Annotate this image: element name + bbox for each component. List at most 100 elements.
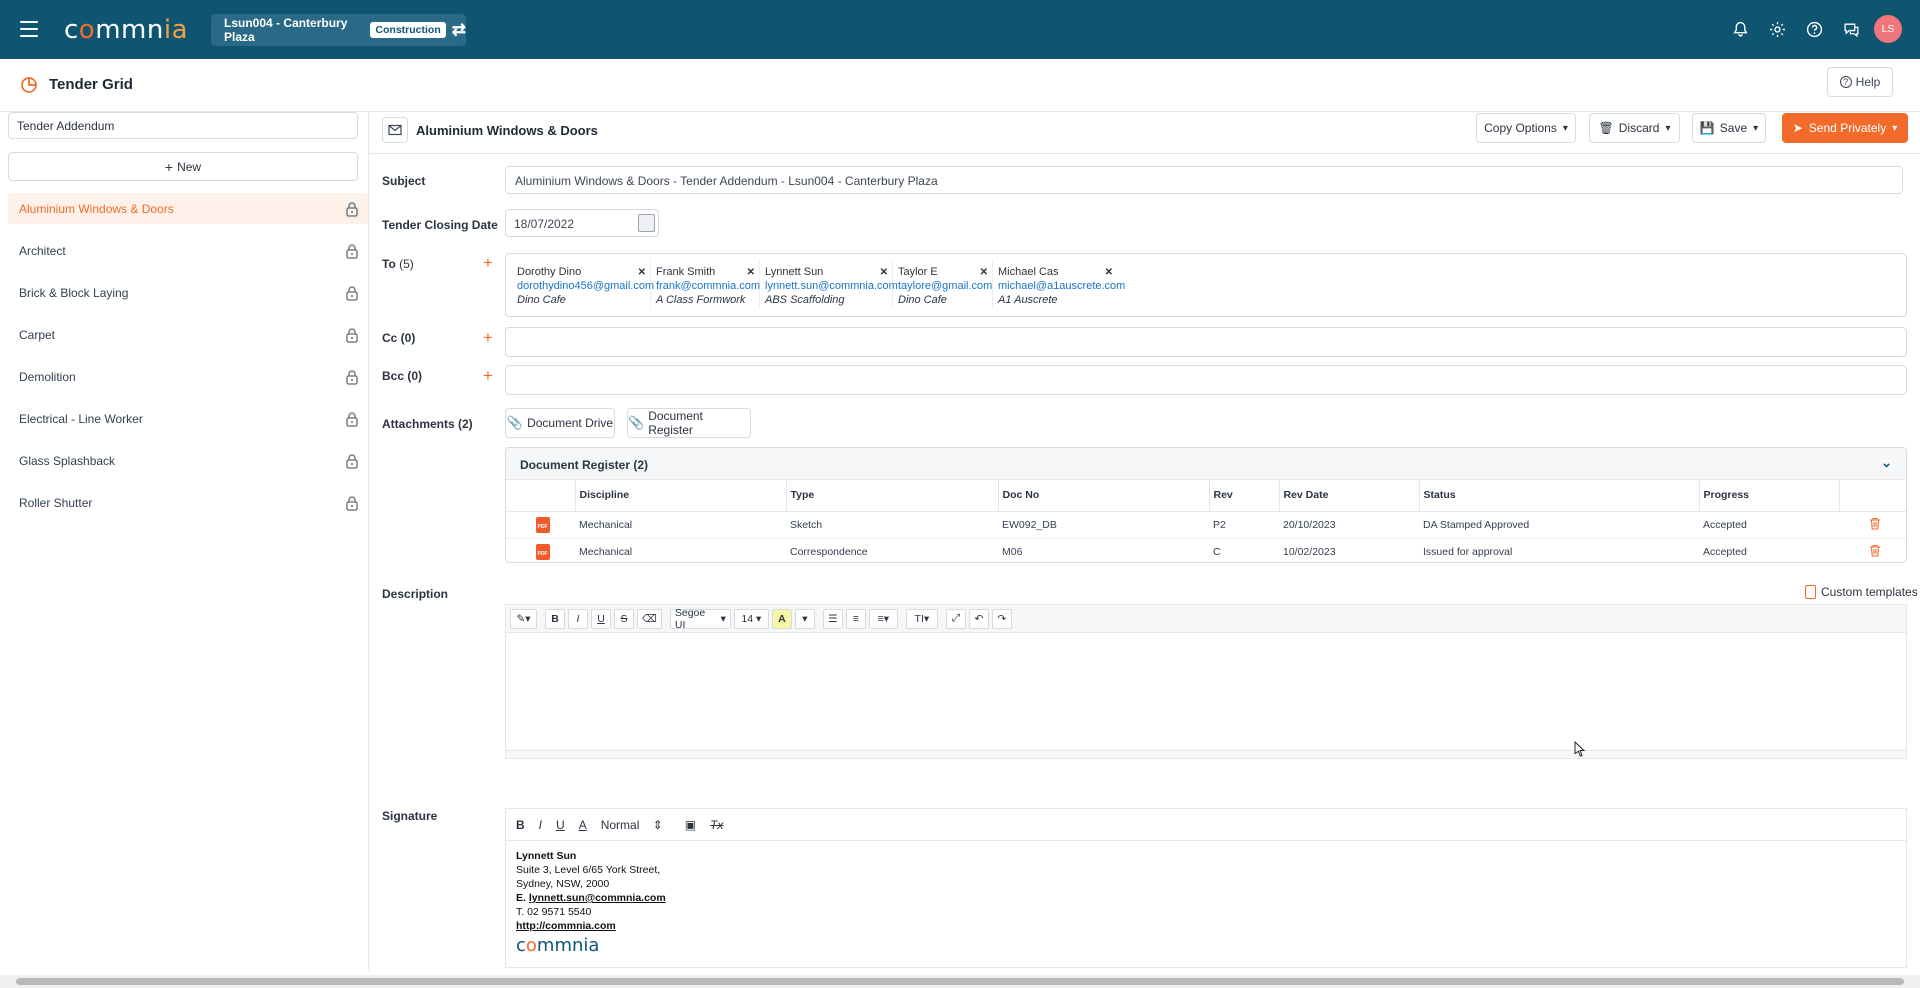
lock-icon — [346, 495, 358, 511]
document-register-header[interactable]: Document Register (2) ⌄ — [506, 448, 1906, 480]
sidebar-item-carpet[interactable]: Carpet — [8, 319, 368, 350]
font-size-select[interactable]: 14 ▾ — [733, 608, 769, 629]
column-header[interactable]: Type — [786, 480, 999, 512]
gear-icon[interactable] — [1763, 15, 1791, 43]
lock-icon — [346, 411, 358, 427]
recipient-chip[interactable]: Dorothy Dino dorothydino456@gmail.com Dino… — [512, 259, 654, 309]
send-privately-button[interactable]: ➤ Send Privately ▾ — [1782, 113, 1908, 143]
document-drive-button[interactable]: 📎 Document Drive — [505, 408, 615, 438]
hamburger-menu-icon[interactable] — [20, 21, 38, 37]
recipient-chip[interactable]: Taylor Etaylore@gmail.com Dino Cafe ✕ — [893, 259, 993, 309]
discard-button[interactable]: 🗑 Discard ▾ — [1589, 113, 1680, 143]
envelope-icon[interactable] — [382, 117, 408, 143]
bcc-field[interactable] — [505, 365, 1907, 395]
bold-button[interactable]: B — [516, 818, 525, 832]
sidebar-item-architect[interactable]: Architect — [8, 235, 368, 266]
column-header[interactable]: Discipline — [575, 480, 787, 512]
strikethrough-button[interactable]: S — [614, 608, 634, 629]
align-icon[interactable]: ≡▾ — [868, 608, 898, 629]
underline-button[interactable]: U — [591, 608, 611, 629]
signature-label: Signature — [382, 809, 438, 823]
add-bcc-plus-icon[interactable]: + — [483, 367, 493, 384]
add-to-plus-icon[interactable]: + — [483, 254, 493, 271]
cc-field[interactable] — [505, 327, 1907, 357]
pdf-file-icon[interactable]: PDF — [535, 543, 550, 560]
highlight-color-button[interactable]: A — [771, 608, 792, 629]
underline-button[interactable]: U — [556, 818, 565, 832]
format-select[interactable]: Normal ⇕ — [601, 818, 671, 832]
column-header[interactable]: Doc No — [998, 480, 1210, 512]
sidebar-item-roller-shutter[interactable]: Roller Shutter — [8, 487, 368, 518]
project-switcher[interactable]: Lsun004 - Canterbury Plaza Construction … — [211, 14, 466, 46]
signature-website-link[interactable]: http://commnia.com — [516, 920, 616, 932]
fullscreen-icon[interactable]: ⤢ — [945, 608, 966, 629]
sidebar: Tender Addendum + New Aluminium Windows &… — [0, 112, 369, 970]
column-header[interactable]: Status — [1419, 480, 1700, 512]
text-color-button[interactable]: A — [579, 818, 587, 832]
add-cc-plus-icon[interactable]: + — [483, 329, 493, 346]
sidebar-item-demolition[interactable]: Demolition — [8, 361, 368, 392]
remove-recipient-icon[interactable]: ✕ — [880, 266, 888, 280]
to-recipients-field[interactable]: Dorothy Dino dorothydino456@gmail.com Dino… — [505, 253, 1907, 317]
text-style-select[interactable]: TI ▾ — [905, 608, 938, 629]
column-header[interactable]: Rev — [1209, 480, 1280, 512]
sidebar-item-aluminium-windows-doors[interactable]: Aluminium Windows & Doors — [8, 193, 368, 224]
chevron-down-icon[interactable]: ▾ — [794, 608, 815, 629]
new-button[interactable]: + New — [8, 152, 358, 181]
description-textarea[interactable] — [506, 633, 1906, 753]
font-family-select[interactable]: Segoe UI ▾ — [669, 607, 731, 631]
recipient-chip[interactable]: Lynnett Sun lynnett.sun@commnia.com ABS Sc… — [760, 259, 898, 309]
redo-icon[interactable]: ↷ — [991, 608, 1012, 629]
save-button[interactable]: 💾 Save ▾ — [1692, 113, 1766, 143]
bell-icon[interactable] — [1726, 15, 1754, 43]
bullet-list-icon[interactable]: ☰ — [822, 608, 843, 629]
user-avatar[interactable]: LS — [1874, 15, 1902, 43]
trash-icon[interactable] — [1869, 544, 1881, 557]
lock-icon — [346, 201, 358, 217]
lock-icon — [346, 453, 358, 469]
help-button[interactable]: ? Help — [1827, 67, 1893, 97]
magic-wand-icon[interactable]: ✎▾ — [510, 608, 537, 629]
bold-button[interactable]: B — [545, 608, 565, 629]
commnia-logo[interactable]: commnia — [64, 15, 188, 45]
document-register-button[interactable]: 📎 Document Register — [627, 408, 751, 438]
numbered-list-icon[interactable]: ≡ — [845, 608, 866, 629]
clear-format-button[interactable]: Tx — [710, 818, 723, 832]
horizontal-scrollbar[interactable] — [0, 975, 1920, 988]
italic-button[interactable]: I — [539, 818, 542, 832]
remove-recipient-icon[interactable]: ✕ — [747, 266, 755, 280]
chevron-down-icon[interactable]: ⌄ — [1881, 455, 1892, 471]
document-register-table: Discipline Type Doc No Rev Rev Date Stat… — [506, 480, 1906, 562]
image-icon[interactable]: ▣ — [685, 818, 696, 832]
custom-templates-button[interactable]: Custom templates — [1805, 585, 1918, 599]
trash-icon[interactable] — [1869, 517, 1881, 530]
resize-handle[interactable] — [506, 750, 1906, 758]
pdf-file-icon[interactable]: PDF — [535, 516, 550, 533]
help-icon[interactable] — [1800, 15, 1828, 43]
table-row[interactable]: PDF Mechanical Correspondence M06 C 10/0… — [506, 538, 1906, 562]
table-row[interactable]: PDF Mechanical Sketch EW092_DB P2 20/10/… — [506, 511, 1906, 539]
copy-options-button[interactable]: Copy Options ▾ — [1476, 113, 1576, 143]
column-header[interactable]: Progress — [1699, 480, 1840, 512]
scrollbar-thumb[interactable] — [16, 978, 1904, 985]
calendar-icon[interactable] — [638, 214, 655, 232]
remove-recipient-icon[interactable]: ✕ — [1105, 266, 1113, 280]
sidebar-item-electrical-line-worker[interactable]: Electrical - Line Worker — [8, 403, 368, 434]
chat-icon[interactable] — [1837, 15, 1865, 43]
undo-icon[interactable]: ↶ — [968, 608, 989, 629]
eraser-icon[interactable]: ⌫ — [637, 608, 662, 629]
page-header: Tender Grid ? Help — [0, 59, 1920, 112]
remove-recipient-icon[interactable]: ✕ — [980, 266, 988, 280]
column-header[interactable]: Rev Date — [1279, 480, 1420, 512]
recipient-chip[interactable]: Frank Smith frank@commnia.com A Class Form… — [651, 259, 760, 309]
sidebar-item-brick-block-laying[interactable]: Brick & Block Laying — [8, 277, 368, 308]
remove-recipient-icon[interactable]: ✕ — [638, 266, 646, 280]
subject-input[interactable]: Aluminium Windows & Doors - Tender Adden… — [505, 166, 1903, 194]
sidebar-item-glass-splashback[interactable]: Glass Splashback — [8, 445, 368, 476]
closing-date-input[interactable]: 18/07/2022 — [505, 209, 659, 237]
signature-body[interactable]: Lynnett Sun Suite 3, Level 6/65 York Str… — [506, 841, 1906, 961]
italic-button[interactable]: I — [568, 608, 588, 629]
signature-email-link[interactable]: lynnett.sun@commnia.com — [529, 892, 666, 904]
recipient-chip[interactable]: Michael Cas michael@a1auscrete.com A1 Ausc… — [993, 259, 1125, 309]
tender-type-select[interactable]: Tender Addendum — [8, 112, 358, 139]
